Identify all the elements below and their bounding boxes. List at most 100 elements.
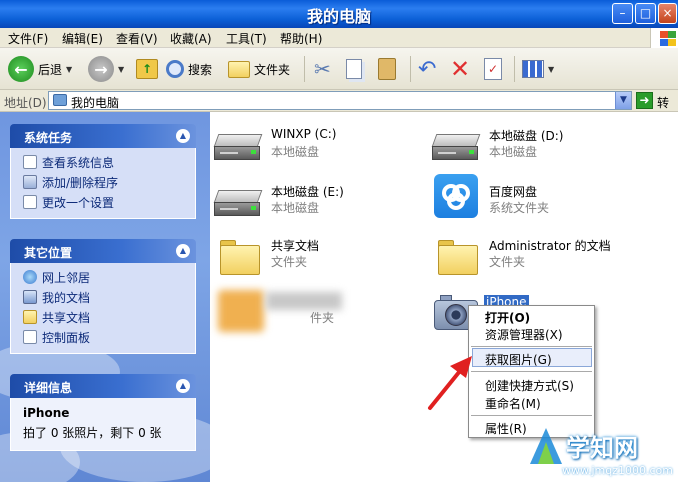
- chevron-down-icon[interactable]: ▼: [66, 65, 72, 74]
- menu-open[interactable]: 打开(O): [485, 309, 530, 326]
- menu-view[interactable]: 查看(V): [116, 30, 158, 47]
- views-button[interactable]: ▼: [522, 54, 554, 84]
- collapse-icon[interactable]: ▲: [176, 379, 190, 393]
- watermark-text: 学知网: [566, 434, 638, 462]
- item-name: 百度网盘: [489, 185, 538, 199]
- baidu-netdisk[interactable]: 百度网盘 系统文件夹: [432, 172, 652, 222]
- menu-separator: [471, 371, 592, 372]
- details-name: iPhone: [23, 406, 70, 420]
- menu-create-shortcut[interactable]: 创建快捷方式(S): [485, 377, 574, 394]
- up-folder-button[interactable]: ↑: [136, 54, 158, 84]
- toolbar-separator: [410, 56, 411, 82]
- address-bar: 地址(D) 我的电脑 ▼ ➜ 转到: [0, 90, 678, 127]
- place-shared-documents[interactable]: 共享文档: [23, 307, 195, 327]
- item-name: 共享文档: [271, 239, 320, 253]
- maximize-button[interactable]: □: [635, 3, 656, 24]
- drive-e[interactable]: 本地磁盘 (E:) 本地磁盘: [213, 178, 414, 228]
- add-remove-icon: [23, 175, 37, 189]
- chevron-down-icon[interactable]: ▼: [548, 65, 554, 74]
- task-change-setting[interactable]: 更改一个设置: [23, 192, 195, 212]
- forward-button[interactable]: → ▼: [88, 54, 124, 84]
- menu-edit[interactable]: 编辑(E): [62, 30, 103, 47]
- undo-icon[interactable]: ↶: [418, 54, 436, 84]
- other-places-panel: 其它位置 ▲ 网上邻居 我的文档 共享文档 控制面板: [10, 239, 196, 354]
- drive-d[interactable]: 本地磁盘 (D:) 本地磁盘: [431, 122, 652, 172]
- task-label: 添加/删除程序: [42, 175, 119, 190]
- item-type: 本地磁盘: [489, 145, 538, 159]
- folder-icon: [218, 290, 264, 332]
- address-value: 我的电脑: [71, 96, 120, 110]
- toolbar-separator: [514, 56, 515, 82]
- delete-icon[interactable]: ✕: [450, 54, 470, 84]
- collapse-icon[interactable]: ▲: [176, 244, 190, 258]
- watermark-url: www.jmqz1000.com: [562, 464, 673, 477]
- folders-icon: [228, 60, 250, 78]
- hard-drive-icon: [431, 134, 481, 162]
- paste-icon[interactable]: [378, 54, 396, 84]
- close-button[interactable]: ×: [658, 3, 677, 24]
- system-tasks-header[interactable]: 系统任务 ▲: [10, 124, 196, 148]
- task-label: 更改一个设置: [42, 195, 115, 210]
- annotation-arrow-icon: [428, 356, 472, 410]
- go-arrow-icon[interactable]: ➜: [636, 92, 653, 109]
- baidu-netdisk-icon: [434, 174, 478, 218]
- menu-get-pictures[interactable]: 获取图片(G): [485, 351, 552, 368]
- task-pane: 系统任务 ▲ 查看系统信息 添加/删除程序 更改一个设置 其它位置 ▲ 网上邻居…: [0, 112, 210, 482]
- address-label: 地址(D): [4, 96, 47, 110]
- minimize-button[interactable]: –: [612, 3, 633, 24]
- place-label: 我的文档: [42, 290, 91, 305]
- search-button[interactable]: 搜索: [166, 54, 212, 84]
- task-view-system-info[interactable]: 查看系统信息: [23, 152, 195, 172]
- menu-help[interactable]: 帮助(H): [280, 30, 322, 47]
- menu-explorer[interactable]: 资源管理器(X): [485, 326, 563, 343]
- views-icon: [522, 60, 544, 78]
- address-dropdown-icon[interactable]: ▼: [615, 92, 631, 109]
- place-label: 共享文档: [42, 310, 91, 325]
- settings-icon: [23, 195, 37, 209]
- back-button[interactable]: ← 后退 ▼: [8, 54, 72, 84]
- place-control-panel[interactable]: 控制面板: [23, 327, 195, 347]
- item-name: Administrator 的文档: [489, 239, 611, 253]
- search-label: 搜索: [188, 62, 213, 77]
- shared-documents[interactable]: 共享文档 文件夹: [214, 232, 414, 282]
- menu-tools[interactable]: 工具(T): [226, 30, 267, 47]
- place-network[interactable]: 网上邻居: [23, 267, 195, 287]
- menu-separator: [471, 346, 592, 347]
- panel-body: 查看系统信息 添加/删除程序 更改一个设置: [10, 148, 196, 219]
- menu-properties[interactable]: 属性(R): [485, 420, 527, 437]
- menu-file[interactable]: 文件(F): [8, 30, 48, 47]
- item-type: 本地磁盘: [271, 201, 320, 215]
- place-my-documents[interactable]: 我的文档: [23, 287, 195, 307]
- drive-c[interactable]: WINXP (C:) 本地磁盘: [213, 122, 414, 172]
- menu-rename[interactable]: 重命名(M): [485, 395, 541, 412]
- chevron-down-icon[interactable]: ▼: [118, 65, 124, 74]
- properties-icon[interactable]: ✓: [484, 54, 502, 84]
- item-type: 系统文件夹: [489, 201, 550, 215]
- details-info: 拍了 0 张照片，剩下 0 张: [23, 426, 162, 440]
- control-panel-icon: [23, 330, 37, 344]
- back-label: 后退: [38, 62, 63, 77]
- task-add-remove-programs[interactable]: 添加/删除程序: [23, 172, 195, 192]
- toolbar-separator: [304, 56, 305, 82]
- item-type: 件夹: [310, 311, 335, 325]
- watermark: 学知网 www.jmqz1000.com: [526, 420, 678, 482]
- window-title: 我的电脑: [306, 7, 371, 26]
- panel-body: 网上邻居 我的文档 共享文档 控制面板: [10, 263, 196, 354]
- cut-icon[interactable]: ✂: [314, 54, 331, 84]
- address-input[interactable]: 我的电脑 ▼: [48, 91, 632, 110]
- search-icon: [166, 60, 184, 78]
- copy-icon[interactable]: [346, 54, 362, 84]
- globe-icon: [23, 270, 37, 284]
- collapse-icon[interactable]: ▲: [176, 129, 190, 143]
- administrator-documents[interactable]: Administrator 的文档 文件夹: [432, 232, 662, 282]
- other-places-header[interactable]: 其它位置 ▲: [10, 239, 196, 263]
- computer-icon: [53, 94, 67, 106]
- folders-button[interactable]: 文件夹: [228, 54, 290, 84]
- system-info-icon: [23, 155, 37, 169]
- details-header[interactable]: 详细信息 ▲: [10, 374, 196, 398]
- blurred-folder[interactable]: 件夹: [214, 288, 414, 338]
- item-name: WINXP (C:): [271, 127, 337, 141]
- folder-icon: [438, 240, 478, 276]
- place-label: 网上邻居: [42, 270, 91, 285]
- menu-favorites[interactable]: 收藏(A): [170, 30, 212, 47]
